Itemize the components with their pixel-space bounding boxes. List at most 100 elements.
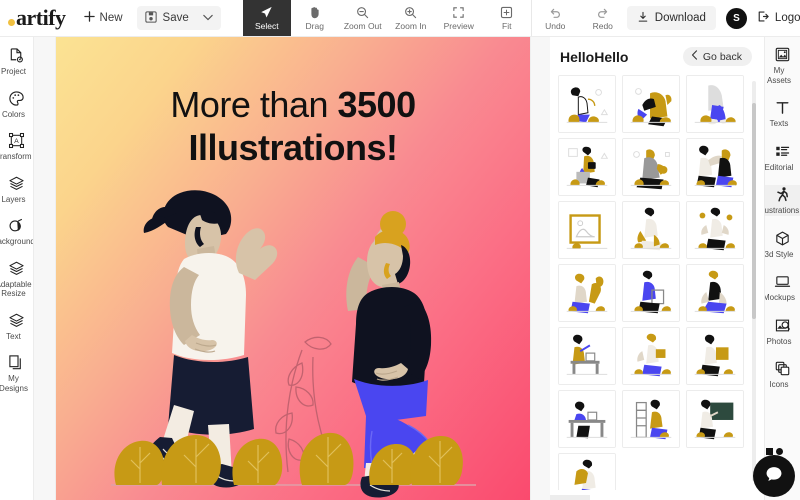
tool-fit[interactable]: Fit [483, 0, 531, 36]
illustration-thumb-17[interactable] [622, 390, 680, 448]
illustrations-icon [774, 185, 791, 204]
sidebar-item-mockups[interactable]: Mockups [765, 272, 800, 303]
illustration-thumb-1[interactable] [558, 75, 616, 133]
sidebar-item-photos-label: Photos [766, 336, 792, 346]
canvas-headline[interactable]: More than 3500 Illustrations! [56, 83, 530, 169]
editorial-icon [774, 142, 791, 161]
text-layers-icon [8, 311, 25, 330]
brand-logo[interactable]: artify [0, 0, 74, 36]
brand-name: artify [16, 5, 66, 30]
logout-label: Logout [774, 12, 800, 24]
design-canvas[interactable]: More than 3500 Illustrations! [56, 37, 530, 500]
tool-select[interactable]: Select [242, 0, 291, 36]
illustration-thumb-14[interactable] [622, 327, 680, 385]
download-button[interactable]: Download [626, 6, 716, 30]
zoom-out-icon [356, 6, 369, 20]
illustration-thumb-10[interactable] [558, 264, 616, 322]
canvas-headline-line2: Illustrations! [188, 127, 398, 168]
asset-panel-scrollbar[interactable] [752, 81, 756, 481]
illustration-thumb-11[interactable] [622, 264, 680, 322]
illustration-thumb-16[interactable] [558, 390, 616, 448]
sidebar-item-adaptable-resize-label: Adaptable Resize [0, 279, 32, 299]
illustration-thumb-5[interactable] [622, 138, 680, 196]
sidebar-item-editorial[interactable]: Editorial [765, 142, 800, 173]
sidebar-item-my-designs[interactable]: My Designs [0, 353, 33, 393]
logout-button[interactable]: Logout [757, 10, 800, 26]
save-button[interactable]: Save [136, 6, 221, 30]
tool-redo-label: Redo [592, 20, 613, 31]
sidebar-item-layers-label: Layers [1, 194, 26, 204]
tool-zoom-out-label: Zoom Out [343, 20, 382, 31]
cursor-icon [260, 6, 273, 20]
chat-badge-decoration [766, 447, 786, 455]
go-back-label: Go back [702, 50, 742, 63]
sidebar-item-layers[interactable]: Layers [0, 174, 33, 205]
canvas-headline-light: More than [170, 84, 338, 125]
go-back-button[interactable]: Go back [682, 47, 752, 66]
tool-zoom-in[interactable]: Zoom In [387, 0, 435, 36]
brand-dot-icon [8, 19, 15, 26]
save-label: Save [162, 12, 189, 24]
cube-icon [774, 229, 791, 248]
sidebar-item-project[interactable]: Project [0, 46, 33, 77]
sidebar-item-editorial-label: Editorial [764, 162, 794, 172]
my-assets-icon [774, 45, 791, 64]
tool-undo[interactable]: Undo [530, 0, 579, 36]
tool-group: Select Drag Zoom Out Zoom In Preview Fit… [242, 0, 627, 36]
illustration-thumb-12[interactable] [686, 264, 744, 322]
illustration-thumb-2[interactable] [622, 75, 680, 133]
adaptable-resize-icon [8, 259, 25, 278]
illustration-thumb-8[interactable] [622, 201, 680, 259]
chat-badge-square [766, 447, 773, 455]
hand-icon [308, 6, 321, 20]
illustration-thumb-3[interactable] [686, 75, 744, 133]
new-button[interactable]: New [74, 0, 133, 36]
top-toolbar: artify New Save Select Drag Zoom Out Zoo… [0, 0, 800, 37]
sidebar-item-texts[interactable]: Texts [765, 98, 800, 129]
illustration-thumb-6[interactable] [686, 138, 744, 196]
text-icon [774, 98, 791, 117]
sidebar-item-illustrations[interactable]: Illustrations [765, 185, 800, 216]
logout-icon [757, 10, 770, 26]
illustration-thumb-9[interactable] [686, 201, 744, 259]
canvas-artwork[interactable] [56, 167, 530, 500]
sidebar-item-background[interactable]: Background [0, 216, 34, 247]
sidebar-item-photos[interactable]: Photos [765, 316, 800, 347]
illustration-thumb-15[interactable] [686, 327, 744, 385]
new-label: New [99, 12, 123, 24]
tool-drag[interactable]: Drag [291, 0, 339, 36]
sidebar-item-adaptable-resize[interactable]: Adaptable Resize [0, 259, 33, 299]
tool-preview[interactable]: Preview [435, 0, 483, 36]
download-label: Download [654, 12, 706, 24]
sidebar-item-text[interactable]: Text [0, 311, 33, 342]
avatar[interactable]: S [725, 7, 747, 29]
sidebar-item-3d-style[interactable]: 3d Style [765, 229, 800, 260]
sidebar-item-icons-label: Icons [769, 380, 789, 389]
illustration-thumb-18[interactable] [686, 390, 744, 448]
scrollbar-thumb[interactable] [752, 103, 756, 319]
workspace[interactable]: More than 3500 Illustrations! [34, 37, 550, 500]
sidebar-item-background-label: Background [0, 237, 34, 246]
layers-icon [8, 174, 25, 193]
chat-widget-button[interactable] [753, 455, 795, 497]
sidebar-item-project-label: Project [1, 67, 26, 76]
save-disk-icon [144, 10, 157, 26]
sidebar-item-colors[interactable]: Colors [0, 89, 33, 120]
palette-icon [8, 89, 25, 108]
illustration-thumb-7[interactable] [558, 201, 616, 259]
tool-zoom-out[interactable]: Zoom Out [339, 0, 387, 36]
sidebar-item-my-assets[interactable]: My Assets [765, 45, 800, 85]
my-designs-icon [8, 353, 25, 372]
background-icon [8, 216, 25, 235]
chevron-left-icon [691, 50, 698, 63]
illustration-thumb-4[interactable] [558, 138, 616, 196]
illustration-thumb-19[interactable] [558, 453, 616, 490]
tool-redo[interactable]: Redo [579, 0, 627, 36]
sidebar-item-transform[interactable]: A Transform [0, 131, 33, 162]
sidebar-item-icons[interactable]: Icons [765, 359, 800, 390]
illustration-thumb-13[interactable] [558, 327, 616, 385]
preview-icon [452, 6, 465, 20]
tool-drag-label: Drag [305, 20, 324, 31]
chevron-down-icon[interactable] [203, 12, 213, 24]
next-page-button[interactable] [550, 495, 590, 500]
